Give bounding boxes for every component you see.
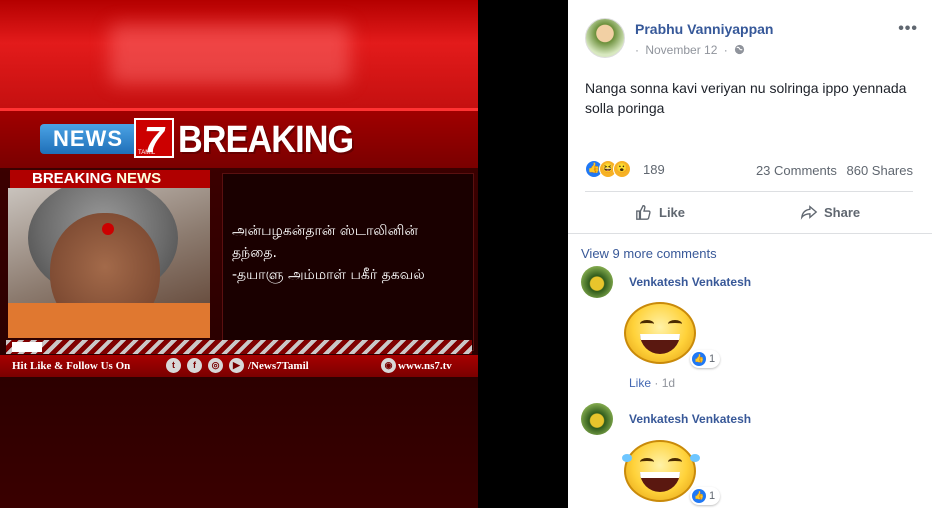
label-part-b: NEWS bbox=[116, 170, 162, 187]
comment-reactions[interactable]: 👍 1 bbox=[690, 350, 721, 368]
comment-reaction-count: 1 bbox=[709, 490, 716, 502]
portrait-photo bbox=[8, 188, 210, 338]
author-name[interactable]: Prabhu Vanniyappan bbox=[635, 21, 773, 37]
divider bbox=[585, 191, 913, 192]
quote-line: அன்பழகன்தான் ஸ்டாலினின் bbox=[232, 223, 418, 239]
photo-viewer-background bbox=[478, 0, 568, 508]
twitter-icon: t bbox=[166, 358, 181, 373]
wow-reaction-icon: 😮 bbox=[613, 160, 631, 178]
like-label: Like bbox=[659, 204, 686, 220]
meta-separator: · bbox=[635, 43, 639, 57]
share-icon bbox=[800, 205, 818, 220]
comments-count[interactable]: 23 Comments bbox=[756, 163, 837, 178]
comment-like-link[interactable]: Like bbox=[629, 376, 651, 390]
reaction-count: 189 bbox=[643, 162, 665, 177]
quote-text: அன்பழகன்தான் ஸ்டாலினின் தந்தை. -தயாளு அம… bbox=[232, 220, 472, 286]
quote-line: தந்தை. bbox=[232, 245, 277, 261]
laughing-sticker bbox=[624, 302, 696, 364]
commenter-name[interactable]: Venkatesh Venkatesh bbox=[629, 412, 751, 426]
news7-logo-word: NEWS bbox=[40, 124, 136, 154]
share-label: Share bbox=[824, 204, 861, 220]
commenter-avatar[interactable] bbox=[581, 266, 613, 298]
meta-separator: · bbox=[723, 43, 728, 57]
engagement-counts: 23 Comments 860 Shares bbox=[750, 163, 913, 178]
commenter-avatar[interactable] bbox=[581, 403, 613, 435]
globe-icon bbox=[734, 44, 745, 55]
share-button[interactable]: Share bbox=[800, 200, 860, 224]
crying-laughing-sticker bbox=[622, 440, 700, 502]
comment-meta: Like · 1d bbox=[629, 376, 675, 390]
like-reaction-icon: 👍 bbox=[692, 352, 706, 366]
comment-reaction-count: 1 bbox=[709, 353, 716, 365]
shares-count[interactable]: 860 Shares bbox=[847, 163, 914, 178]
label-part-a: BREAKING bbox=[32, 170, 113, 187]
post-text: Nanga sonna kavi veriyan nu solringa ipp… bbox=[585, 80, 907, 116]
comment-reactions[interactable]: 👍 1 bbox=[690, 487, 721, 505]
commenter-name[interactable]: Venkatesh Venkatesh bbox=[629, 275, 751, 289]
thumbs-up-icon bbox=[636, 205, 651, 220]
facebook-icon: f bbox=[187, 358, 202, 373]
ticker-logo bbox=[12, 342, 42, 352]
like-reaction-icon: 👍 bbox=[692, 489, 706, 503]
news7-logo-sub: TAMIL bbox=[138, 150, 156, 156]
like-button[interactable]: Like bbox=[635, 200, 685, 224]
meta-separator: · bbox=[654, 376, 662, 390]
website-text: www.ns7.tv bbox=[398, 360, 452, 372]
social-handle: /News7Tamil bbox=[248, 360, 309, 372]
view-more-comments[interactable]: View 9 more comments bbox=[581, 246, 717, 261]
instagram-icon: ◎ bbox=[208, 358, 223, 373]
news-image[interactable]: NEWS 7 TAMIL BREAKING NEWS BREAKING NEWS… bbox=[0, 0, 478, 508]
more-options-icon[interactable]: ••• bbox=[898, 20, 918, 38]
post-date[interactable]: November 12 bbox=[645, 43, 717, 57]
web-icon: ◉ bbox=[381, 358, 396, 373]
comment-time[interactable]: 1d bbox=[662, 376, 675, 390]
follow-text: Hit Like & Follow Us On bbox=[12, 360, 131, 372]
blurred-logo bbox=[110, 24, 350, 84]
post-panel: Prabhu Vanniyappan · November 12 · ••• N… bbox=[568, 0, 932, 508]
quote-line: -தயாளு அம்மாள் பகீர் தகவல் bbox=[232, 267, 425, 283]
breaking-news-label: BREAKING NEWS bbox=[10, 170, 210, 188]
ticker-stripes bbox=[6, 340, 472, 354]
post-meta: · November 12 · bbox=[635, 43, 745, 57]
author-avatar[interactable] bbox=[585, 18, 625, 58]
youtube-icon: ▶ bbox=[229, 358, 244, 373]
